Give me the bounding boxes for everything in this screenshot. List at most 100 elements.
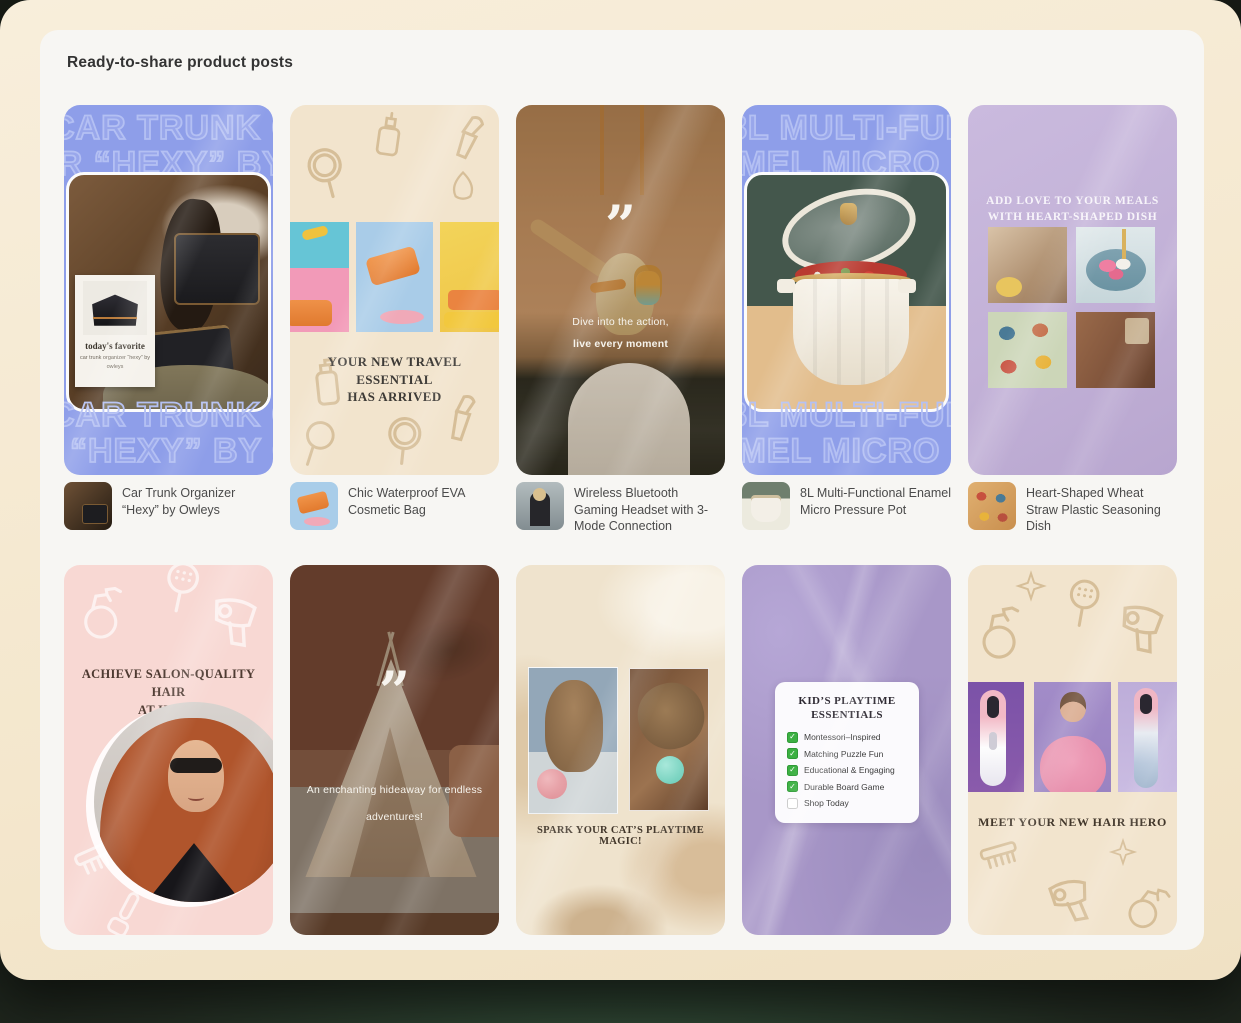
quote-text: An enchanting hideaway for endless adven…	[298, 777, 491, 832]
perfume-bottle-icon	[361, 106, 420, 165]
captions-row: Car Trunk Organizer “Hexy” by Owleys Chi…	[64, 482, 1177, 535]
cat-photo-right	[629, 668, 709, 811]
checklist-item: Shop Today	[787, 798, 907, 809]
posts-row-2: ACHIEVE SALON-QUALITY HAIR AT HOME	[64, 565, 1177, 935]
spray-bottle-icon	[68, 579, 136, 647]
caption-thumbnail	[290, 482, 338, 530]
photo-figure-smile	[188, 794, 204, 801]
page: Ready-to-share product posts CAR TRUNK O…	[0, 0, 1241, 1023]
checked-checkbox-icon: ✓	[787, 732, 798, 743]
checklist-item: ✓ Montessori–Inspired	[787, 732, 907, 743]
comb-icon	[968, 825, 1032, 889]
beauty-sponge-icon	[441, 167, 485, 211]
car-trunk-photo: today's favorite car trunk organizer “he…	[66, 172, 271, 412]
checklist-label: Shop Today	[804, 798, 849, 808]
post-card-teepee[interactable]: ” An enchanting hideaway for endless adv…	[290, 565, 499, 935]
caption-title: Heart-Shaped Wheat Straw Plastic Seasoni…	[1026, 482, 1177, 535]
pot-body	[793, 279, 909, 385]
checklist-label: Durable Board Game	[804, 782, 884, 792]
post-card-cosmetic-bag[interactable]: YOUR NEW TRAVEL ESSENTIAL HAS ARRIVED	[290, 105, 499, 475]
collage-photo-2	[356, 222, 433, 332]
checklist-label: Educational & Engaging	[804, 765, 895, 775]
caption-title: 8L Multi-Functional Enamel Micro Pressur…	[800, 482, 951, 518]
checked-checkbox-icon: ✓	[787, 748, 798, 759]
checklist-item: ✓ Matching Puzzle Fun	[787, 748, 907, 759]
lid-knob	[840, 203, 857, 225]
quote-text: Dive into the action, live every moment	[524, 311, 717, 355]
caption-title: Wireless Bluetooth Gaming Headset with 3…	[574, 482, 725, 535]
spray-bottle-icon	[968, 598, 1035, 668]
unchecked-checkbox-icon	[787, 798, 798, 809]
caption-item-cosmetic-bag[interactable]: Chic Waterproof EVA Cosmetic Bag	[290, 482, 499, 535]
checklist-item: ✓ Educational & Engaging	[787, 765, 907, 776]
product-collage	[290, 222, 499, 332]
posts-row-1: CAR TRUNK OR ER “HEXY” BY O today's favo…	[64, 105, 1177, 475]
sunglasses	[170, 758, 222, 773]
model-photo	[1034, 682, 1111, 792]
checked-checkbox-icon: ✓	[787, 781, 798, 792]
checked-checkbox-icon: ✓	[787, 765, 798, 776]
checklist-title: KID’S PLAYTIME ESSENTIALS	[787, 694, 907, 723]
post-card-heart-dish[interactable]: ADD LOVE TO YOUR MEALS WITH HEART-SHAPED…	[968, 105, 1177, 475]
quote-icon: ”	[516, 211, 725, 241]
post-card-salon-hair[interactable]: ACHIEVE SALON-QUALITY HAIR AT HOME	[64, 565, 273, 935]
spray-bottle-icon	[1115, 875, 1177, 935]
hand-mirror-icon	[371, 408, 437, 474]
collage-photo-1	[290, 222, 349, 332]
post-headline: YOUR NEW TRAVEL ESSENTIAL HAS ARRIVED	[296, 353, 493, 406]
app-background: Ready-to-share product posts CAR TRUNK O…	[0, 0, 1241, 980]
photo-figure-face	[168, 740, 224, 812]
caption-item-gaming-headset[interactable]: Wireless Bluetooth Gaming Headset with 3…	[516, 482, 725, 535]
hair-dryer-icon	[198, 582, 273, 658]
caption-title: Car Trunk Organizer “Hexy” by Owleys	[122, 482, 273, 518]
post-card-pressure-pot[interactable]: 8L MULTI-FUNC AMEL MICRO PR 8L MULTI-FUN…	[742, 105, 951, 475]
checklist-card: KID’S PLAYTIME ESSENTIALS ✓ Montessori–I…	[775, 682, 919, 823]
caption-thumbnail	[742, 482, 790, 530]
post-headline: MEET YOUR NEW HAIR HERO	[974, 815, 1171, 830]
collage-photo-3	[440, 222, 499, 332]
grid-photo-family	[1076, 312, 1155, 388]
round-brush-icon	[1049, 570, 1116, 637]
hair-tool-photo-2	[1118, 682, 1177, 792]
post-card-cat-toy[interactable]: SPARK YOUR CAT’S PLAYTIME MAGIC!	[516, 565, 725, 935]
post-card-car-trunk-organizer[interactable]: CAR TRUNK OR ER “HEXY” BY O today's favo…	[64, 105, 273, 475]
checklist-items: ✓ Montessori–Inspired ✓ Matching Puzzle …	[787, 732, 907, 809]
hand-mirror-icon	[290, 136, 365, 212]
hand-mirror-icon	[290, 412, 353, 475]
grid-photo-fruit-bowl	[1076, 227, 1155, 303]
hair-dryer-icon	[1037, 864, 1107, 934]
product-overlay-card: today's favorite car trunk organizer “he…	[75, 275, 155, 387]
photo-overlay	[290, 565, 499, 935]
hair-tool-photo-1	[968, 682, 1024, 792]
overlay-subtitle: car trunk organizer “hexy” by owleys	[80, 354, 150, 372]
marquee-text-bottom: CAR TRUNK OR R “HEXY” BY O	[64, 397, 273, 469]
trunk-organizer-box	[174, 233, 260, 305]
grid-photo-cooking	[988, 227, 1067, 303]
checklist-label: Montessori–Inspired	[804, 732, 881, 742]
quote-icon: ”	[290, 677, 499, 707]
caption-item-car-trunk-organizer[interactable]: Car Trunk Organizer “Hexy” by Owleys	[64, 482, 273, 535]
post-headline: SPARK YOUR CAT’S PLAYTIME MAGIC!	[522, 825, 719, 847]
pressure-pot-photo	[744, 172, 949, 412]
caption-item-pressure-pot[interactable]: 8L Multi-Functional Enamel Micro Pressur…	[742, 482, 951, 535]
salon-hair-photo	[94, 702, 273, 902]
post-card-hair-hero[interactable]: MEET YOUR NEW HAIR HERO	[968, 565, 1177, 935]
makeup-brush-icon	[433, 105, 499, 175]
marquee-text-bottom: 8L MULTI-FUNC AMEL MICRO PR	[742, 397, 951, 469]
posts-panel: Ready-to-share product posts CAR TRUNK O…	[40, 30, 1204, 950]
caption-item-heart-dish[interactable]: Heart-Shaped Wheat Straw Plastic Seasoni…	[968, 482, 1177, 535]
organizer-product-image	[83, 281, 147, 335]
checklist-item: ✓ Durable Board Game	[787, 781, 907, 792]
pot-handle-right	[898, 279, 916, 293]
post-card-kids-game[interactable]: KID’S PLAYTIME ESSENTIALS ✓ Montessori–I…	[742, 565, 951, 935]
overlay-title: today's favorite	[85, 341, 145, 351]
post-headline: ADD LOVE TO YOUR MEALS WITH HEART-SHAPED…	[974, 193, 1171, 225]
photo-overlay	[516, 105, 725, 475]
pot-handle-left	[777, 279, 795, 293]
section-title: Ready-to-share product posts	[67, 54, 293, 72]
post-card-gaming-headset[interactable]: ” Dive into the action, live every momen…	[516, 105, 725, 475]
caption-title: Chic Waterproof EVA Cosmetic Bag	[348, 482, 499, 518]
caption-thumbnail	[516, 482, 564, 530]
grid-photo-heart-dishes	[988, 312, 1067, 388]
photo-grid	[988, 227, 1155, 388]
